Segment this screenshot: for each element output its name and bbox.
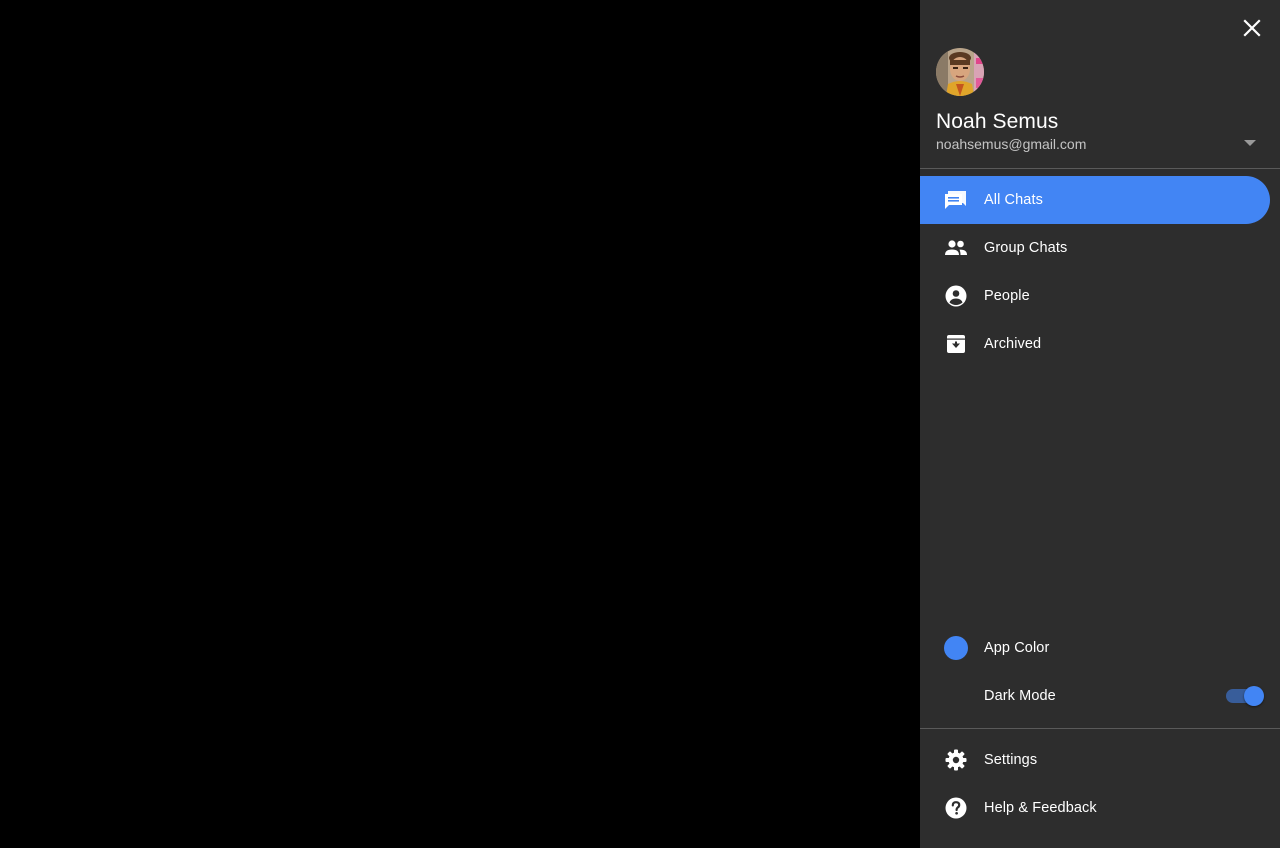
dark-mode-setting[interactable]: Dark Mode — [920, 672, 1270, 720]
forum-icon — [944, 188, 968, 212]
header-divider — [920, 168, 1280, 169]
nav-item-people[interactable]: People — [920, 272, 1270, 320]
group-icon — [944, 236, 968, 260]
toggle-thumb — [1244, 686, 1264, 706]
arrow-drop-down-icon — [1244, 140, 1256, 146]
nav-item-label: Settings — [984, 752, 1038, 768]
nav-item-help-feedback[interactable]: Help & Feedback — [920, 784, 1270, 832]
close-icon — [1243, 19, 1261, 37]
app-color-label: App Color — [984, 640, 1050, 656]
user-avatar-photo — [936, 48, 984, 96]
gear-icon — [944, 748, 968, 772]
nav-item-group-chats[interactable]: Group Chats — [920, 224, 1270, 272]
account-menu-button[interactable] — [1236, 134, 1264, 152]
nav-item-settings[interactable]: Settings — [920, 736, 1270, 784]
nav-item-archived[interactable]: Archived — [920, 320, 1270, 368]
dark-mode-toggle[interactable] — [1226, 686, 1264, 706]
help-icon — [944, 796, 968, 820]
moon-icon — [944, 684, 968, 708]
page-backdrop[interactable] — [0, 0, 920, 848]
archive-icon — [944, 332, 968, 356]
nav-item-label: People — [984, 288, 1030, 304]
nav-item-label: Help & Feedback — [984, 800, 1097, 816]
nav-item-label: Archived — [984, 336, 1042, 352]
footer-divider — [920, 728, 1280, 729]
nav-item-all-chats[interactable]: All Chats — [920, 176, 1270, 224]
nav-item-label: Group Chats — [984, 240, 1068, 256]
nav-item-label: All Chats — [984, 192, 1043, 208]
dark-mode-label: Dark Mode — [984, 688, 1056, 704]
close-button[interactable] — [1236, 12, 1268, 44]
account-circle-icon — [944, 284, 968, 308]
app-color-setting[interactable]: App Color — [920, 624, 1270, 672]
user-name: Noah Semus — [936, 110, 1059, 133]
avatar[interactable] — [936, 48, 984, 96]
navigation-drawer: Noah Semus noahsemus@gmail.com All Chats — [920, 0, 1280, 848]
app-color-swatch — [944, 636, 968, 660]
user-email: noahsemus@gmail.com — [936, 136, 1087, 152]
